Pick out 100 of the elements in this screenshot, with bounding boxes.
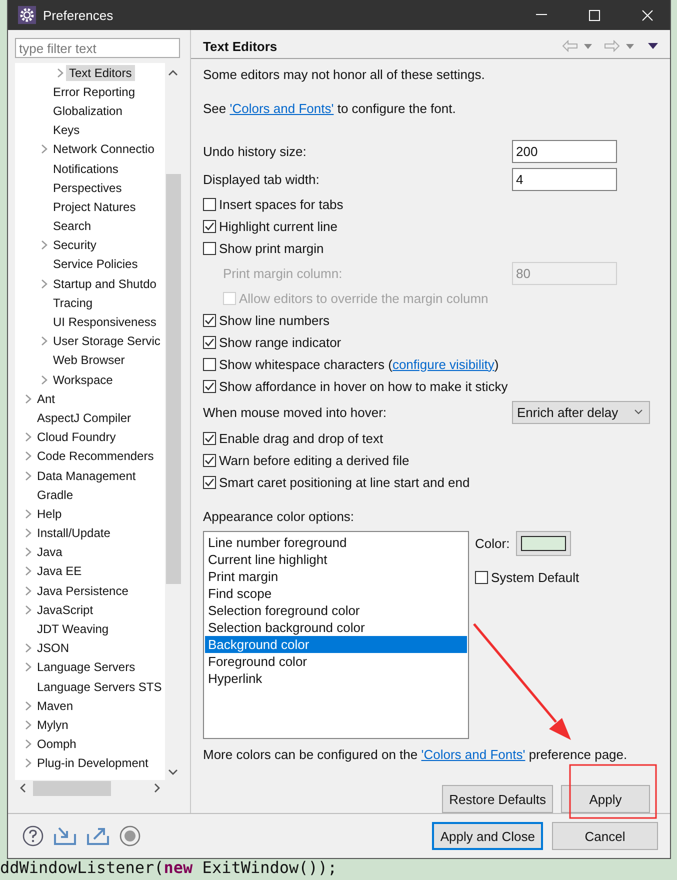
expand-chevron-icon[interactable] <box>41 240 48 250</box>
expand-chevron-icon[interactable] <box>25 470 32 481</box>
cancel-button[interactable]: Cancel <box>552 822 658 850</box>
tree-item[interactable]: Ant <box>34 390 58 407</box>
expand-chevron-icon[interactable] <box>25 700 32 711</box>
list-item[interactable]: Selection foreground color <box>205 602 467 619</box>
tree-item[interactable]: Error Reporting <box>50 84 138 100</box>
number-field[interactable]: 4 <box>512 168 617 190</box>
tree-item[interactable]: JSON <box>34 640 72 656</box>
tree-item[interactable]: Project Natures <box>50 198 139 215</box>
tree-item[interactable]: Perspectives <box>50 180 125 196</box>
tree-item[interactable]: Tracing <box>50 294 96 311</box>
expand-chevron-icon[interactable] <box>41 336 48 346</box>
list-item[interactable]: Selection background color <box>205 619 467 636</box>
tree-item[interactable]: Text Editors <box>66 64 135 81</box>
list-item[interactable]: Line number foreground <box>205 534 467 551</box>
tree-item[interactable]: Install/Update <box>34 525 114 542</box>
checkbox[interactable] <box>475 571 488 584</box>
expand-chevron-icon[interactable] <box>25 604 32 615</box>
expand-chevron-icon[interactable] <box>25 720 32 730</box>
scroll-right-icon[interactable] <box>153 783 161 793</box>
tree-item[interactable]: AspectJ Compiler <box>34 410 134 426</box>
number-field[interactable]: 200 <box>512 140 617 162</box>
expand-chevron-icon[interactable] <box>25 643 32 654</box>
tree-item[interactable]: Java Persistence <box>34 582 132 599</box>
list-item[interactable]: Foreground color <box>205 653 467 670</box>
filter-field[interactable]: type filter text <box>15 38 180 58</box>
view-menu-icon[interactable] <box>648 43 658 49</box>
tree-item[interactable]: JDT Weaving <box>34 621 112 638</box>
expand-chevron-icon[interactable] <box>25 739 32 750</box>
tree-item[interactable]: Gradle <box>34 486 76 503</box>
tree-item[interactable]: Oomph <box>34 736 80 752</box>
tree-item[interactable]: JavaScript <box>34 602 96 618</box>
colors-and-fonts-link[interactable]: 'Colors and Fonts' <box>421 747 526 762</box>
dropdown-icon[interactable] <box>626 44 634 48</box>
tree-item[interactable]: Network Connectio <box>50 141 158 158</box>
colors-and-fonts-link[interactable]: 'Colors and Fonts' <box>230 101 334 116</box>
hover-dropdown[interactable]: Enrich after delay <box>512 400 650 424</box>
forward-arrow-icon[interactable] <box>604 40 620 52</box>
dropdown-icon[interactable] <box>584 44 592 48</box>
tree-item[interactable]: Cloud Foundry <box>34 429 119 446</box>
expand-chevron-icon[interactable] <box>41 144 48 154</box>
export-icon[interactable] <box>86 826 110 846</box>
tree-item[interactable]: Keys <box>50 122 83 138</box>
checkbox[interactable] <box>203 380 216 392</box>
checkbox[interactable] <box>203 198 216 210</box>
help-icon[interactable] <box>22 825 44 847</box>
tree-item[interactable]: Data Management <box>34 468 139 484</box>
scroll-down-icon[interactable] <box>168 768 178 776</box>
back-arrow-icon[interactable] <box>562 40 578 52</box>
apply-and-close-button[interactable]: Apply and Close <box>432 822 543 850</box>
checkbox[interactable] <box>203 454 216 466</box>
list-item[interactable]: Current line highlight <box>205 551 467 568</box>
tree-item[interactable]: Mylyn <box>34 716 72 733</box>
expand-chevron-icon[interactable] <box>25 758 32 768</box>
scroll-left-icon[interactable] <box>19 783 27 793</box>
checkbox[interactable] <box>203 314 216 326</box>
color-picker-button[interactable] <box>516 531 571 556</box>
expand-chevron-icon[interactable] <box>25 432 32 442</box>
list-item[interactable]: Print margin <box>205 568 467 585</box>
tree-item[interactable]: Code Recommenders <box>34 448 157 464</box>
expand-chevron-icon[interactable] <box>25 566 32 576</box>
checkbox[interactable] <box>203 432 216 444</box>
tree-item[interactable]: Search <box>50 218 94 234</box>
checkbox[interactable] <box>203 242 216 254</box>
expand-chevron-icon[interactable] <box>57 68 64 78</box>
tree-item[interactable]: Language Servers <box>34 659 138 676</box>
checkbox[interactable] <box>203 358 216 370</box>
expand-chevron-icon[interactable] <box>25 394 32 404</box>
tree-item[interactable]: Language Servers STS <box>34 678 165 695</box>
tree-item[interactable]: User Storage Servic <box>50 333 164 350</box>
tree-item[interactable]: Security <box>50 237 100 254</box>
list-item[interactable]: Find scope <box>205 585 467 602</box>
restore-defaults-button[interactable]: Restore Defaults <box>442 785 553 813</box>
tree-item[interactable]: Java EE <box>34 563 85 580</box>
record-icon[interactable] <box>119 825 141 847</box>
tree-item[interactable]: UI Responsiveness <box>50 314 160 330</box>
tree-item[interactable]: Web Browser <box>50 352 128 368</box>
expand-chevron-icon[interactable] <box>41 278 48 289</box>
import-icon[interactable] <box>53 826 77 846</box>
checkbox[interactable] <box>203 220 216 232</box>
tree-item[interactable]: Plug-in Development <box>34 755 152 772</box>
expand-chevron-icon[interactable] <box>25 662 32 672</box>
list-item[interactable]: Hyperlink <box>205 670 467 687</box>
checkbox[interactable] <box>203 476 216 488</box>
expand-chevron-icon[interactable] <box>41 374 48 385</box>
tree-item[interactable]: Java <box>34 544 66 560</box>
tree-item[interactable]: Maven <box>34 698 76 714</box>
expand-chevron-icon[interactable] <box>25 508 32 519</box>
scroll-up-icon[interactable] <box>168 69 178 77</box>
expand-chevron-icon[interactable] <box>25 528 32 538</box>
tree-item[interactable]: Help <box>34 506 65 522</box>
tree-item[interactable]: Workspace <box>50 372 116 388</box>
checkbox[interactable] <box>203 336 216 348</box>
configure-link[interactable]: configure visibility <box>392 356 494 372</box>
tree-item[interactable]: Service Policies <box>50 256 141 272</box>
tree-item[interactable]: Notifications <box>50 160 122 177</box>
expand-chevron-icon[interactable] <box>25 547 32 558</box>
apply-button[interactable]: Apply <box>561 785 650 813</box>
tree-item[interactable]: Startup and Shutdo <box>50 276 160 292</box>
